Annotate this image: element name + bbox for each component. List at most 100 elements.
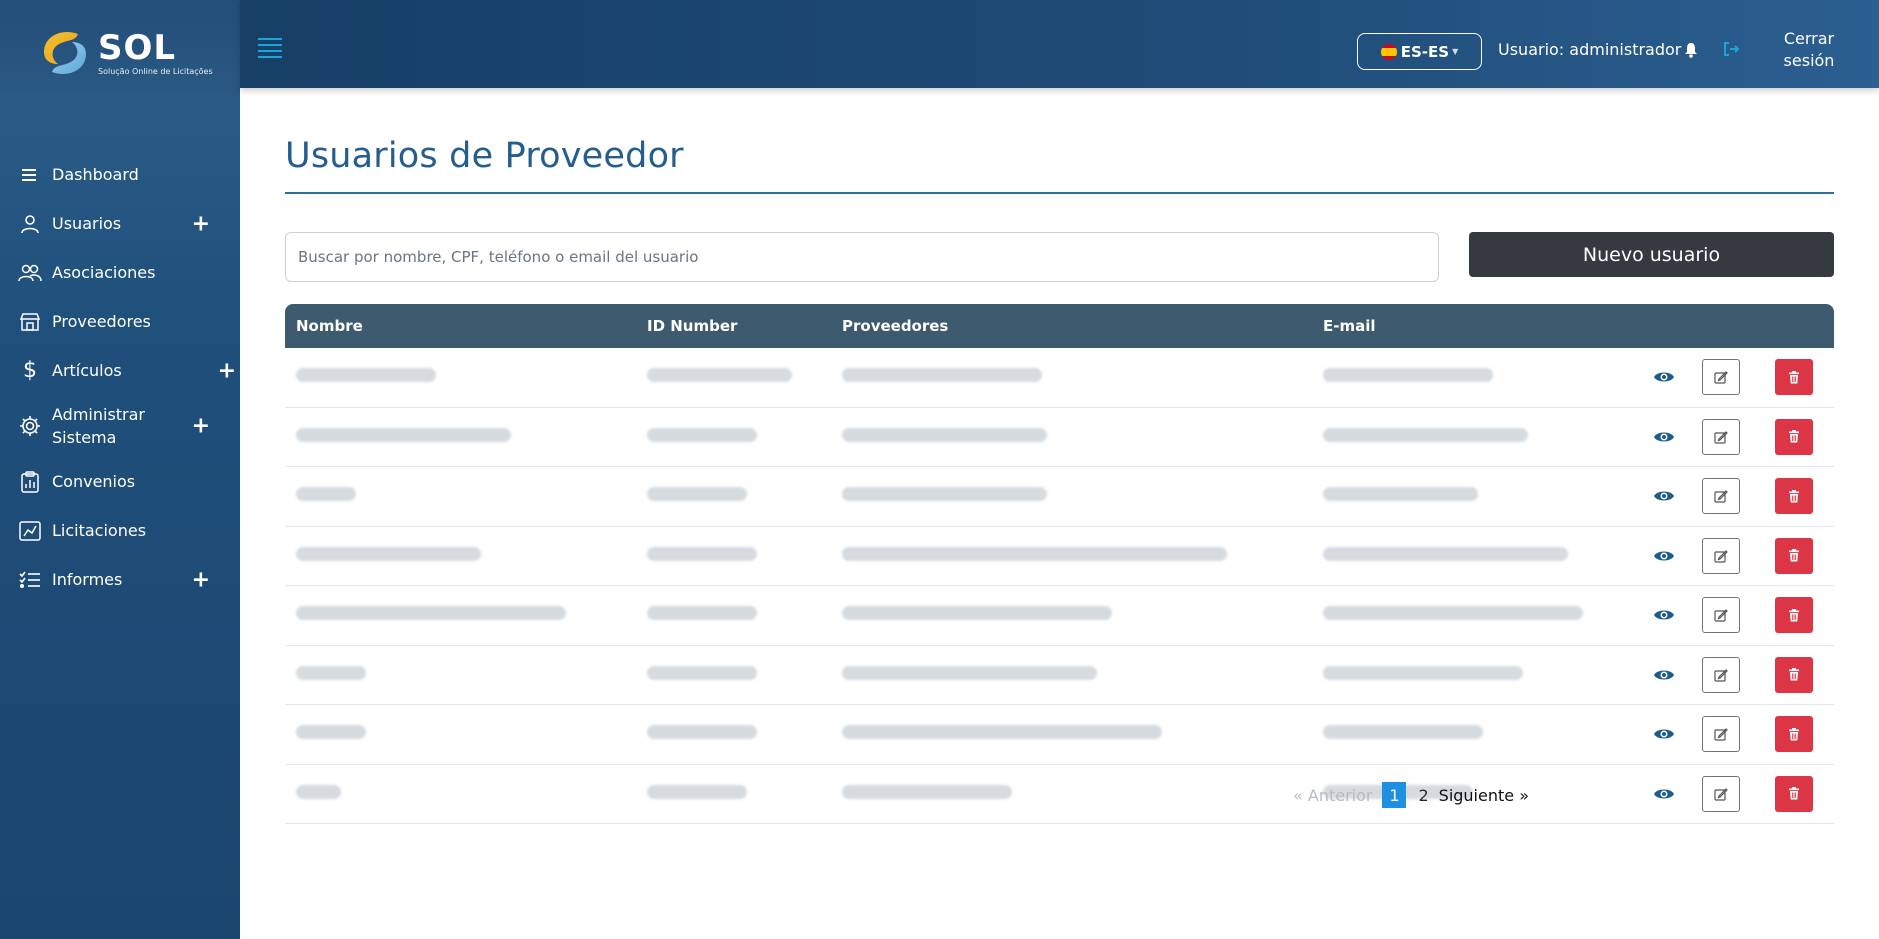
cell-id-number-redacted bbox=[647, 665, 757, 680]
brand-tagline: Solução Online de Licitações bbox=[98, 66, 213, 76]
sidebar-item-label: Licitaciones bbox=[52, 521, 147, 540]
cell-nombre-redacted bbox=[296, 487, 356, 501]
sidebar-item-asociaciones[interactable]: Asociaciones bbox=[0, 248, 240, 297]
column-header-email[interactable]: E-mail bbox=[1323, 317, 1376, 335]
view-eye-icon[interactable] bbox=[1651, 543, 1677, 569]
expand-plus-icon[interactable]: + bbox=[218, 358, 236, 383]
gear-icon bbox=[18, 414, 42, 438]
next-page-link[interactable]: Siguiente » bbox=[1439, 786, 1529, 805]
cell-proveedores-redacted bbox=[842, 725, 1162, 739]
cell-id-number-redacted bbox=[647, 606, 757, 620]
column-header-id-number[interactable]: ID Number bbox=[647, 317, 737, 335]
edit-button[interactable] bbox=[1702, 359, 1740, 395]
table-row bbox=[285, 586, 1834, 646]
cell-nombre-redacted bbox=[296, 725, 366, 739]
trash-icon bbox=[1789, 787, 1799, 800]
expand-plus-icon[interactable]: + bbox=[192, 211, 210, 236]
trash-icon bbox=[1789, 608, 1799, 621]
sidebar-item-label: Administrar Sistema bbox=[52, 405, 146, 447]
view-eye-icon[interactable] bbox=[1651, 364, 1677, 390]
bell-icon[interactable] bbox=[1684, 42, 1698, 62]
dollar-icon: $ bbox=[23, 358, 37, 383]
expand-plus-icon[interactable]: + bbox=[192, 567, 210, 592]
checklist-icon bbox=[18, 568, 42, 592]
new-user-button[interactable]: Nuevo usuario bbox=[1469, 232, 1834, 277]
cell-email-redacted bbox=[1323, 665, 1523, 680]
language-label: ES-ES bbox=[1400, 42, 1450, 61]
view-eye-icon[interactable] bbox=[1651, 662, 1677, 688]
sidebar-item-proveedores[interactable]: Proveedores bbox=[0, 297, 240, 346]
sidebar-item-informes[interactable]: Informes + bbox=[0, 555, 240, 604]
edit-button[interactable] bbox=[1702, 775, 1740, 812]
edit-button[interactable] bbox=[1702, 478, 1740, 514]
view-eye-icon[interactable] bbox=[1651, 781, 1677, 807]
spain-flag-icon bbox=[1380, 43, 1397, 60]
sidebar-item-label: Dashboard bbox=[52, 165, 139, 184]
clipboard-chart-icon bbox=[18, 470, 42, 494]
edit-icon bbox=[1714, 609, 1728, 622]
sol-logo-icon bbox=[38, 26, 92, 80]
edit-icon bbox=[1714, 787, 1728, 801]
edit-button[interactable] bbox=[1702, 537, 1740, 574]
edit-button[interactable] bbox=[1702, 418, 1740, 455]
view-eye-icon[interactable] bbox=[1651, 483, 1677, 509]
menu-toggle-icon[interactable] bbox=[258, 38, 282, 62]
cell-id-number-redacted bbox=[647, 784, 747, 799]
view-eye-icon[interactable] bbox=[1651, 424, 1677, 450]
delete-button[interactable] bbox=[1775, 478, 1813, 514]
cell-nombre-redacted bbox=[296, 606, 566, 620]
table-row bbox=[285, 348, 1834, 408]
table-row bbox=[285, 646, 1834, 705]
edit-button[interactable] bbox=[1702, 716, 1740, 752]
delete-button[interactable] bbox=[1775, 597, 1813, 633]
cell-id-number-redacted bbox=[647, 546, 757, 561]
cell-proveedores-redacted bbox=[842, 606, 1112, 620]
delete-button[interactable] bbox=[1775, 775, 1813, 812]
sidebar-item-administrar-sistema[interactable]: Administrar Sistema + bbox=[0, 395, 240, 457]
cell-proveedores-redacted bbox=[842, 368, 1042, 382]
view-eye-icon[interactable] bbox=[1651, 721, 1677, 747]
delete-button[interactable] bbox=[1775, 656, 1813, 693]
cell-nombre-redacted bbox=[296, 368, 436, 382]
logout-button[interactable]: Cerrar sesión bbox=[1779, 28, 1839, 72]
sidebar: SOL Solução Online de Licitações Dashboa… bbox=[0, 0, 240, 939]
cell-id-number-redacted bbox=[647, 725, 757, 739]
sidebar-item-usuarios[interactable]: Usuarios + bbox=[0, 199, 240, 248]
edit-button[interactable] bbox=[1702, 656, 1740, 693]
logo[interactable]: SOL Solução Online de Licitações bbox=[38, 26, 213, 80]
cell-nombre-redacted bbox=[296, 427, 511, 442]
table-row bbox=[285, 527, 1834, 586]
table-row bbox=[285, 765, 1834, 824]
sidebar-item-convenios[interactable]: Convenios bbox=[0, 457, 240, 506]
delete-button[interactable] bbox=[1775, 537, 1813, 574]
column-header-proveedores[interactable]: Proveedores bbox=[842, 317, 948, 335]
table-row bbox=[285, 705, 1834, 765]
store-icon bbox=[18, 310, 42, 334]
chart-board-icon bbox=[18, 519, 42, 543]
cell-proveedores-redacted bbox=[842, 427, 1047, 442]
toolbar: Nuevo usuario bbox=[285, 232, 1834, 282]
previous-page-link: « Anterior bbox=[1293, 785, 1373, 805]
view-eye-icon[interactable] bbox=[1651, 602, 1677, 628]
language-selector[interactable]: ES-ES ▼ bbox=[1357, 33, 1482, 70]
user-icon bbox=[18, 212, 42, 236]
expand-plus-icon[interactable]: + bbox=[192, 414, 210, 439]
column-header-nombre[interactable]: Nombre bbox=[296, 317, 363, 335]
delete-button[interactable] bbox=[1775, 418, 1813, 455]
cell-id-number-redacted bbox=[647, 368, 792, 382]
page-link-2[interactable]: 2 bbox=[1418, 786, 1428, 805]
search-input[interactable] bbox=[285, 232, 1439, 282]
sidebar-nav: Dashboard Usuarios + Asociaciones Provee… bbox=[0, 150, 240, 604]
table-row bbox=[285, 467, 1834, 527]
delete-button[interactable] bbox=[1775, 716, 1813, 752]
logout-icon[interactable] bbox=[1722, 40, 1740, 63]
edit-button[interactable] bbox=[1702, 597, 1740, 633]
delete-button[interactable] bbox=[1775, 359, 1813, 395]
logout-line2: sesión bbox=[1783, 51, 1835, 70]
sidebar-item-dashboard[interactable]: Dashboard bbox=[0, 150, 240, 199]
sidebar-item-label: Convenios bbox=[52, 472, 136, 491]
page-link-1[interactable]: 1 bbox=[1382, 782, 1407, 808]
sidebar-item-articulos[interactable]: $ Artículos + bbox=[0, 346, 240, 395]
sidebar-item-licitaciones[interactable]: Licitaciones bbox=[0, 506, 240, 555]
cell-email-redacted bbox=[1323, 368, 1493, 382]
